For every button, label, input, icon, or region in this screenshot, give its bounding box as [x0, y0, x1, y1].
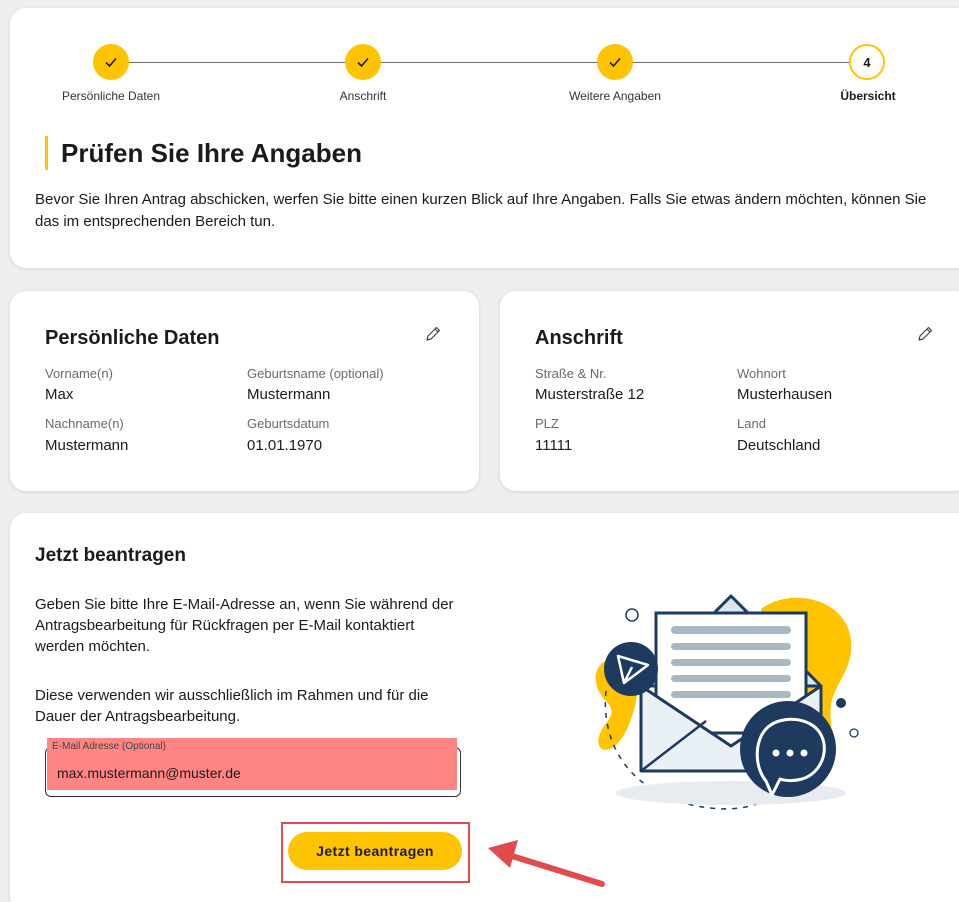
edit-address-pencil-icon[interactable]: [916, 325, 934, 343]
step-1-circle[interactable]: [93, 44, 129, 80]
geburtsdatum-value: 01.01.1970: [247, 437, 323, 454]
step-1-label: Persönliche Daten: [61, 89, 161, 103]
step-connector: [381, 62, 597, 63]
step-2-circle[interactable]: [345, 44, 381, 80]
submit-button[interactable]: Jetzt beantragen: [288, 832, 462, 870]
apply-title: Jetzt beantragen: [35, 545, 186, 566]
step-3-label: Weitere Angaben: [569, 89, 661, 103]
envelope-illustration: [595, 594, 859, 810]
strasse-label: Straße & Nr.: [535, 366, 607, 381]
strasse-value: Musterstraße 12: [535, 386, 645, 403]
page-title: Prüfen Sie Ihre Angaben: [45, 136, 362, 170]
wohnort-value: Musterhausen: [737, 386, 833, 403]
land-value: Deutschland: [737, 437, 821, 454]
step-2-label: Anschrift: [339, 89, 387, 103]
step-4-label: Übersicht: [840, 89, 896, 103]
wohnort-label: Wohnort: [737, 366, 786, 381]
check-icon: [105, 57, 117, 68]
personal-data-title: Persönliche Daten: [45, 327, 220, 349]
step-4-circle: 4: [849, 44, 885, 80]
nachname-label: Nachname(n): [45, 416, 124, 431]
plz-label: PLZ: [535, 416, 559, 431]
progress-stepper: 4 Persönliche Daten Anschrift Weitere An…: [0, 0, 959, 110]
check-icon: [357, 57, 369, 68]
email-field-label: E-Mail Adresse (Optional): [52, 741, 166, 752]
address-title: Anschrift: [535, 327, 623, 349]
vorname-value: Max: [45, 386, 74, 403]
step-connector: [633, 62, 850, 63]
apply-privacy-text: Diese verwenden wir ausschließlich im Ra…: [35, 687, 429, 725]
geburtsdatum-label: Geburtsdatum: [247, 416, 330, 431]
geburtsname-value: Mustermann: [247, 386, 331, 403]
vorname-label: Vorname(n): [45, 366, 113, 381]
geburtsname-label: Geburtsname (optional): [247, 366, 384, 381]
step-3-circle[interactable]: [597, 44, 633, 80]
personal-data-card: [10, 291, 479, 491]
email-input[interactable]: [57, 762, 437, 784]
check-icon: [609, 57, 621, 68]
edit-personal-pencil-icon[interactable]: [424, 325, 442, 343]
red-arrow-annotation: [488, 840, 605, 887]
plz-value: 11111: [535, 437, 573, 454]
land-label: Land: [737, 416, 766, 431]
apply-info-text: Geben Sie bitte Ihre E-Mail-Adresse an, …: [35, 596, 454, 655]
nachname-value: Mustermann: [45, 437, 129, 454]
step-connector: [128, 62, 346, 63]
intro-text: Bevor Sie Ihren Antrag abschicken, werfe…: [35, 191, 927, 230]
